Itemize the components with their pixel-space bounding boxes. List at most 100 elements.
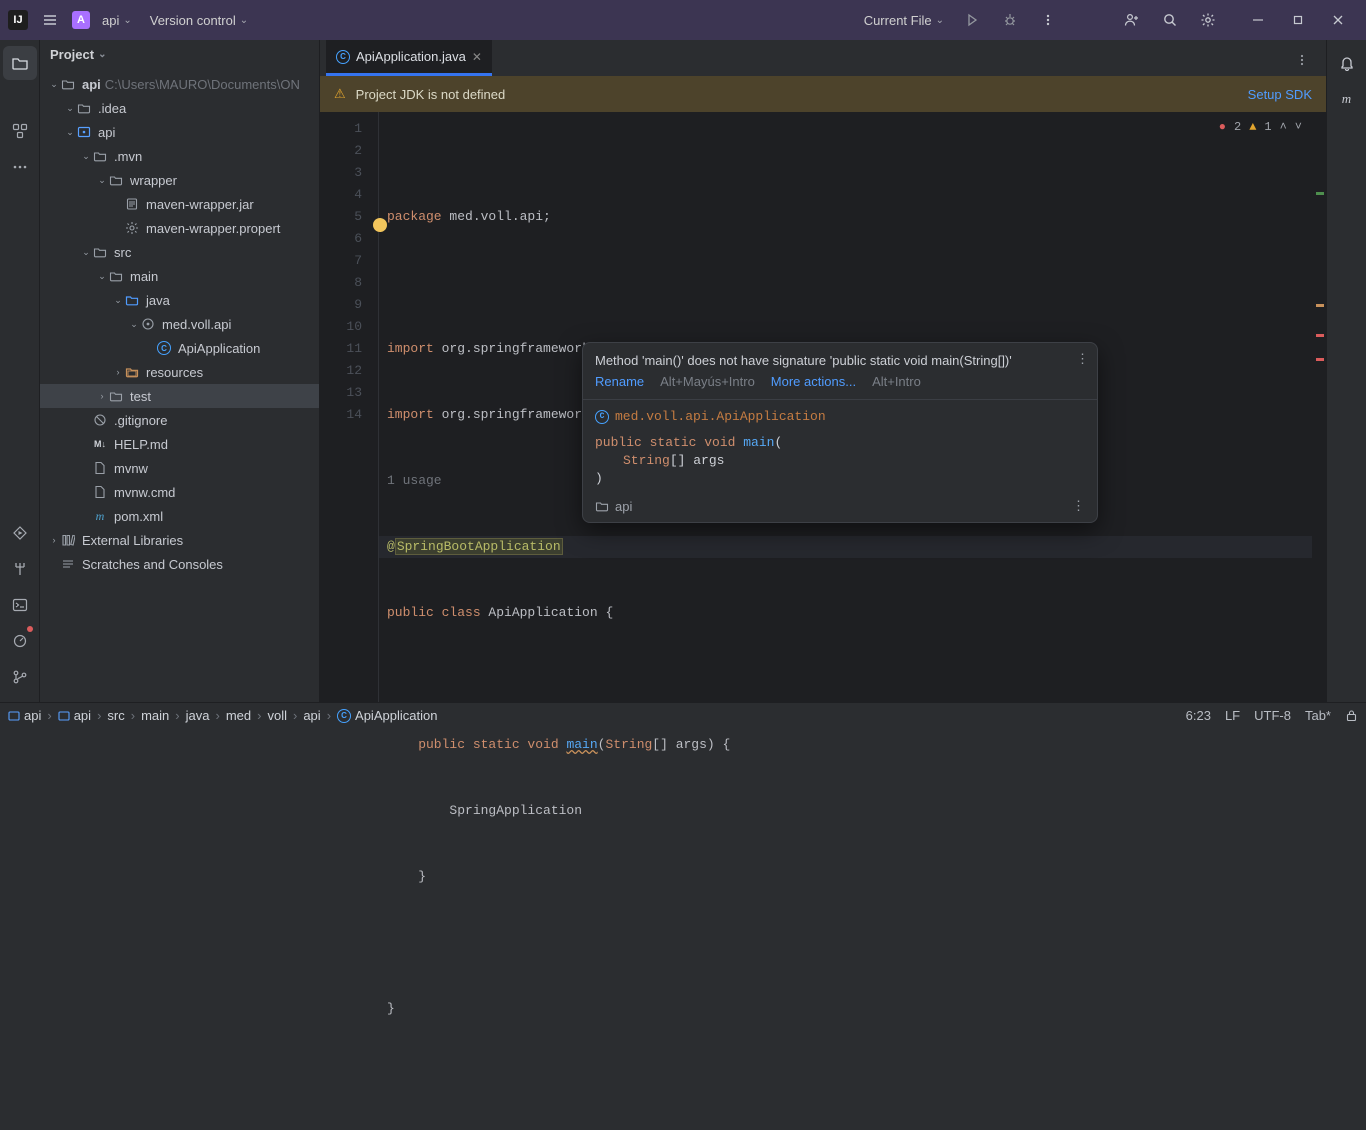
chevron-down-icon[interactable]: ˅ xyxy=(1295,116,1302,138)
tree-row[interactable]: ›resources xyxy=(40,360,319,384)
vcs-dropdown[interactable]: Version control ⌄ xyxy=(144,11,254,30)
warning-count: 1 xyxy=(1264,116,1271,138)
tree-row[interactable]: ⌄main xyxy=(40,264,319,288)
inspection-widget[interactable]: ●2 ▲1 ˄ ˅ xyxy=(1219,116,1302,138)
play-icon xyxy=(965,13,979,27)
code-token: ApiApplication { xyxy=(481,605,614,620)
popup-message: Method 'main()' does not have signature … xyxy=(595,353,1012,368)
notifications-tool-button[interactable] xyxy=(1330,46,1364,80)
module-icon xyxy=(76,124,92,140)
ellipsis-icon xyxy=(12,164,28,170)
services-tool-button[interactable] xyxy=(3,516,37,550)
code-token: @ xyxy=(387,539,395,554)
project-tool-button[interactable] xyxy=(3,46,37,80)
breadcrumb-item[interactable]: api xyxy=(58,708,91,723)
intention-popup: Method 'main()' does not have signature … xyxy=(582,342,1098,523)
left-tool-strip xyxy=(0,40,40,702)
tree-row[interactable]: maven-wrapper.propert xyxy=(40,216,319,240)
popup-more-actions-link[interactable]: More actions... xyxy=(771,374,856,389)
tree-row[interactable]: maven-wrapper.jar xyxy=(40,192,319,216)
jar-icon xyxy=(124,196,140,212)
chevron-down-icon: ⌄ xyxy=(98,49,106,60)
settings-button[interactable] xyxy=(1192,4,1224,36)
problems-tool-button[interactable] xyxy=(3,624,37,658)
maven-tool-button[interactable]: m xyxy=(1330,82,1364,116)
tree-row[interactable]: CApiApplication xyxy=(40,336,319,360)
popup-more-shortcut: Alt+Intro xyxy=(872,374,921,389)
ignore-icon xyxy=(92,412,108,428)
code-token: import xyxy=(387,341,434,356)
folder-res-icon xyxy=(124,364,140,380)
tree-row[interactable]: ⌄src xyxy=(40,240,319,264)
breadcrumb-item[interactable]: api xyxy=(303,708,320,723)
tree-row[interactable]: ⌄wrapper xyxy=(40,168,319,192)
more-run-button[interactable] xyxy=(1032,4,1064,36)
tree-row[interactable]: M↓HELP.md xyxy=(40,432,319,456)
folder-src-icon xyxy=(124,292,140,308)
run-button[interactable] xyxy=(956,4,988,36)
right-tool-strip: m xyxy=(1326,40,1366,702)
breadcrumb-item[interactable]: api xyxy=(8,708,41,723)
usage-hint[interactable]: 1 usage xyxy=(387,473,442,488)
popup-foot-kebab[interactable]: ⋮ xyxy=(1072,498,1085,514)
md-icon: M↓ xyxy=(92,436,108,452)
popup-module: api xyxy=(595,499,632,514)
chevron-up-icon[interactable]: ˄ xyxy=(1280,116,1287,138)
structure-tool-button[interactable] xyxy=(3,114,37,148)
project-panel-header[interactable]: Project ⌄ xyxy=(40,40,319,68)
breadcrumb-item[interactable]: src xyxy=(107,708,124,723)
status-readonly-icon[interactable] xyxy=(1345,709,1358,722)
error-stripe[interactable] xyxy=(1312,112,1326,702)
play-outline-icon xyxy=(12,525,28,541)
breadcrumb-item[interactable]: java xyxy=(186,708,210,723)
breadcrumb-item[interactable]: voll xyxy=(267,708,287,723)
run-config-dropdown[interactable]: Current File ⌄ xyxy=(858,11,950,30)
structure-icon xyxy=(12,123,28,139)
pkg-icon xyxy=(140,316,156,332)
tabs-kebab-button[interactable] xyxy=(1286,44,1318,76)
window-restore-button[interactable] xyxy=(1278,0,1318,40)
tree-row[interactable]: ›test xyxy=(40,384,319,408)
tree-row[interactable]: .gitignore xyxy=(40,408,319,432)
popup-rename-link[interactable]: Rename xyxy=(595,374,644,389)
tree-row[interactable]: Scratches and Consoles xyxy=(40,552,319,576)
warning-icon: ⚠ xyxy=(334,86,346,102)
breadcrumbs[interactable]: api›api›src›main›java›med›voll›api›CApiA… xyxy=(8,708,437,723)
popup-kebab-button[interactable]: ⋮ xyxy=(1076,351,1089,367)
build-tool-button[interactable] xyxy=(3,552,37,586)
project-dropdown[interactable]: api ⌄ xyxy=(96,11,138,30)
tree-row-root[interactable]: ⌄apiC:\Users\MAURO\Documents\ON xyxy=(40,72,319,96)
debug-button[interactable] xyxy=(994,4,1026,36)
breadcrumb-item[interactable]: main xyxy=(141,708,169,723)
intention-bulb-icon[interactable] xyxy=(373,218,387,232)
more-tools-button[interactable] xyxy=(3,150,37,184)
tree-row[interactable]: ⌄.idea xyxy=(40,96,319,120)
setup-sdk-link[interactable]: Setup SDK xyxy=(1248,87,1312,102)
window-minimize-button[interactable] xyxy=(1238,0,1278,40)
editor-tab[interactable]: C ApiApplication.java ✕ xyxy=(326,40,492,76)
tree-row[interactable]: mvnw xyxy=(40,456,319,480)
tree-row[interactable]: ›External Libraries xyxy=(40,528,319,552)
class-icon: C xyxy=(337,709,351,723)
git-tool-button[interactable] xyxy=(3,660,37,694)
terminal-tool-button[interactable] xyxy=(3,588,37,622)
tree-row[interactable]: mpom.xml xyxy=(40,504,319,528)
breadcrumb-item[interactable]: med xyxy=(226,708,251,723)
editor-gutter[interactable]: 1234567891011121314 xyxy=(320,112,378,702)
code-token: package xyxy=(387,209,442,224)
tree-row[interactable]: ⌄java xyxy=(40,288,319,312)
project-tree[interactable]: ⌄apiC:\Users\MAURO\Documents\ON⌄.idea⌄ap… xyxy=(40,68,319,702)
folder-icon xyxy=(595,499,609,513)
main-menu-button[interactable] xyxy=(34,4,66,36)
tree-row[interactable]: mvnw.cmd xyxy=(40,480,319,504)
code-token: public xyxy=(387,737,465,752)
tree-row[interactable]: ⌄med.voll.api xyxy=(40,312,319,336)
code-with-me-button[interactable] xyxy=(1116,4,1148,36)
code-token: SpringApplication xyxy=(387,803,582,818)
window-close-button[interactable] xyxy=(1318,0,1358,40)
search-everywhere-button[interactable] xyxy=(1154,4,1186,36)
tab-close-button[interactable]: ✕ xyxy=(472,50,482,64)
tree-row[interactable]: ⌄api xyxy=(40,120,319,144)
tree-row[interactable]: ⌄.mvn xyxy=(40,144,319,168)
code-token: ( xyxy=(774,435,782,450)
